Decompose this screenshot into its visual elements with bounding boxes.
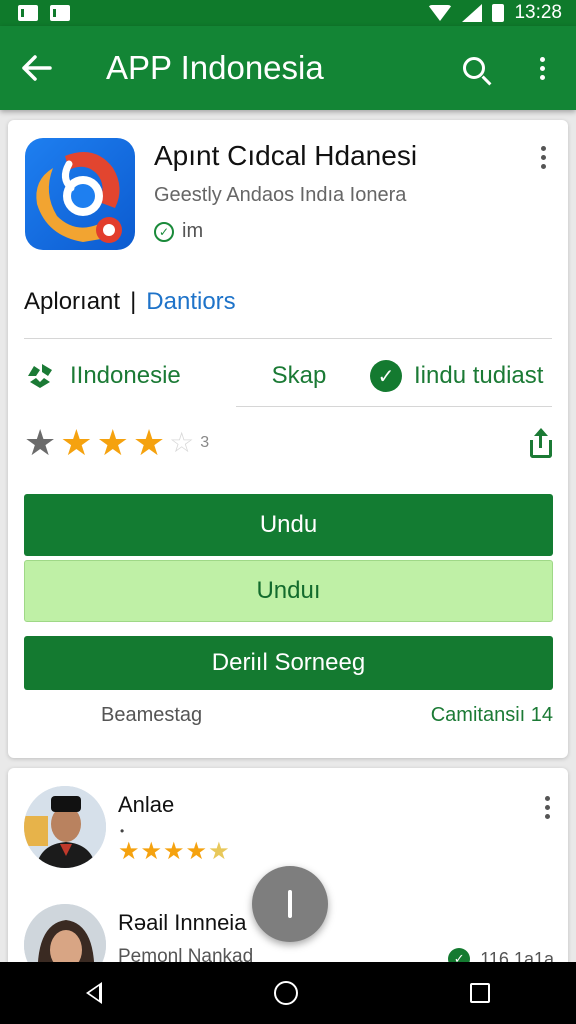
back-button[interactable] xyxy=(0,26,74,110)
arrow-left-icon xyxy=(22,55,52,81)
reviewer-name: Anlae xyxy=(118,792,175,817)
app-meta: ✓ im xyxy=(154,220,203,243)
star-icon: ★ xyxy=(96,422,129,463)
avatar-photo xyxy=(24,786,106,868)
footer-left-text: Beamestag xyxy=(101,704,203,726)
wifi-icon xyxy=(428,5,453,21)
info-region[interactable]: IIndonesie xyxy=(24,360,234,392)
recycle-icon xyxy=(28,364,52,388)
star-icon: ★ xyxy=(118,838,140,865)
footer-right-link[interactable]: Camitansiı 14 xyxy=(431,704,553,727)
status-notifications xyxy=(18,5,73,21)
check-circle-icon: ✓ xyxy=(370,360,402,392)
info-verified[interactable]: ✓ Iindu tudiast xyxy=(370,360,543,392)
nav-home-icon[interactable] xyxy=(274,981,298,1005)
nav-back-icon[interactable] xyxy=(86,982,102,1004)
download-button[interactable]: Unduı xyxy=(24,560,553,622)
app-meta-label: im xyxy=(182,220,204,242)
more-vert-icon xyxy=(541,146,546,169)
card-footer: Beamestag Camitansiı 14 xyxy=(24,704,553,727)
divider xyxy=(236,406,552,407)
info-region-label: IIndonesie xyxy=(70,362,181,389)
more-vert-icon xyxy=(545,796,550,819)
notification-icon xyxy=(18,5,41,21)
share-icon[interactable] xyxy=(528,428,554,458)
app-bar: APP Indonesia xyxy=(0,26,576,110)
avatar xyxy=(24,786,106,868)
app-details-card: Apınt Cıdcal Hdanesi Geestly Andaos Indı… xyxy=(8,120,568,758)
rating-count: 3 xyxy=(200,434,210,451)
category-link[interactable]: Dantiors xyxy=(146,288,235,316)
category-label: Aplorıant xyxy=(24,288,121,315)
status-indicators: 13:28 xyxy=(428,2,562,24)
verified-icon: ✓ xyxy=(154,221,174,242)
notification-icon-2 xyxy=(50,5,73,21)
star-outline-icon: ☆ xyxy=(169,427,195,458)
category-separator: | xyxy=(130,288,137,315)
fab-icon xyxy=(288,890,292,918)
star-icon: ★ xyxy=(60,422,93,463)
review-menu-button[interactable] xyxy=(545,796,550,819)
star-half-icon: ★ xyxy=(208,838,230,865)
app-card-menu-button[interactable] xyxy=(541,146,546,169)
system-nav-bar xyxy=(0,962,576,1024)
more-vert-icon xyxy=(539,56,545,80)
reviewer-name: Rəail Innneia xyxy=(118,910,247,935)
floating-action-button[interactable] xyxy=(252,866,328,942)
star-icon: ★ xyxy=(185,838,208,865)
signal-icon xyxy=(462,4,483,22)
star-icon: ★ xyxy=(132,422,166,463)
info-skap[interactable]: Skap xyxy=(234,362,364,390)
status-bar: 13:28 xyxy=(0,0,576,26)
review-stars: ★ ★ ★ ★ ★ xyxy=(118,840,231,864)
category-row: Aplorıant | Dantiors xyxy=(24,288,236,316)
info-row: IIndonesie Skap ✓ Iindu tudiast xyxy=(24,354,554,398)
overflow-menu-button[interactable] xyxy=(508,26,576,110)
app-title: APP Indonesia xyxy=(106,49,324,86)
star-icon: ★ xyxy=(163,838,185,865)
reviewer-sub: • xyxy=(120,824,125,838)
star-icon: ★ xyxy=(24,422,57,463)
review-item[interactable]: Anlae • ★ ★ ★ ★ ★ xyxy=(24,786,554,868)
divider xyxy=(24,338,552,339)
install-button[interactable]: Undu xyxy=(24,494,553,556)
battery-icon xyxy=(492,4,505,22)
rating-row: ★ ★ ★ ★ ☆ 3 xyxy=(24,422,554,464)
app-name: Apınt Cıdcal Hdanesi xyxy=(154,140,418,171)
app-logo xyxy=(25,138,135,250)
details-button[interactable]: Deriıl Sorneeg xyxy=(24,636,553,690)
info-verified-label: Iindu tudiast xyxy=(414,362,544,389)
status-time: 13:28 xyxy=(514,2,562,23)
app-developer[interactable]: Geestly Andaos Indıa Ionera xyxy=(154,184,406,207)
star-icon: ★ xyxy=(140,838,163,865)
nav-recents-icon[interactable] xyxy=(470,983,490,1003)
app-logo-graphic xyxy=(36,152,122,243)
search-button[interactable] xyxy=(440,26,508,110)
search-icon xyxy=(463,57,485,79)
